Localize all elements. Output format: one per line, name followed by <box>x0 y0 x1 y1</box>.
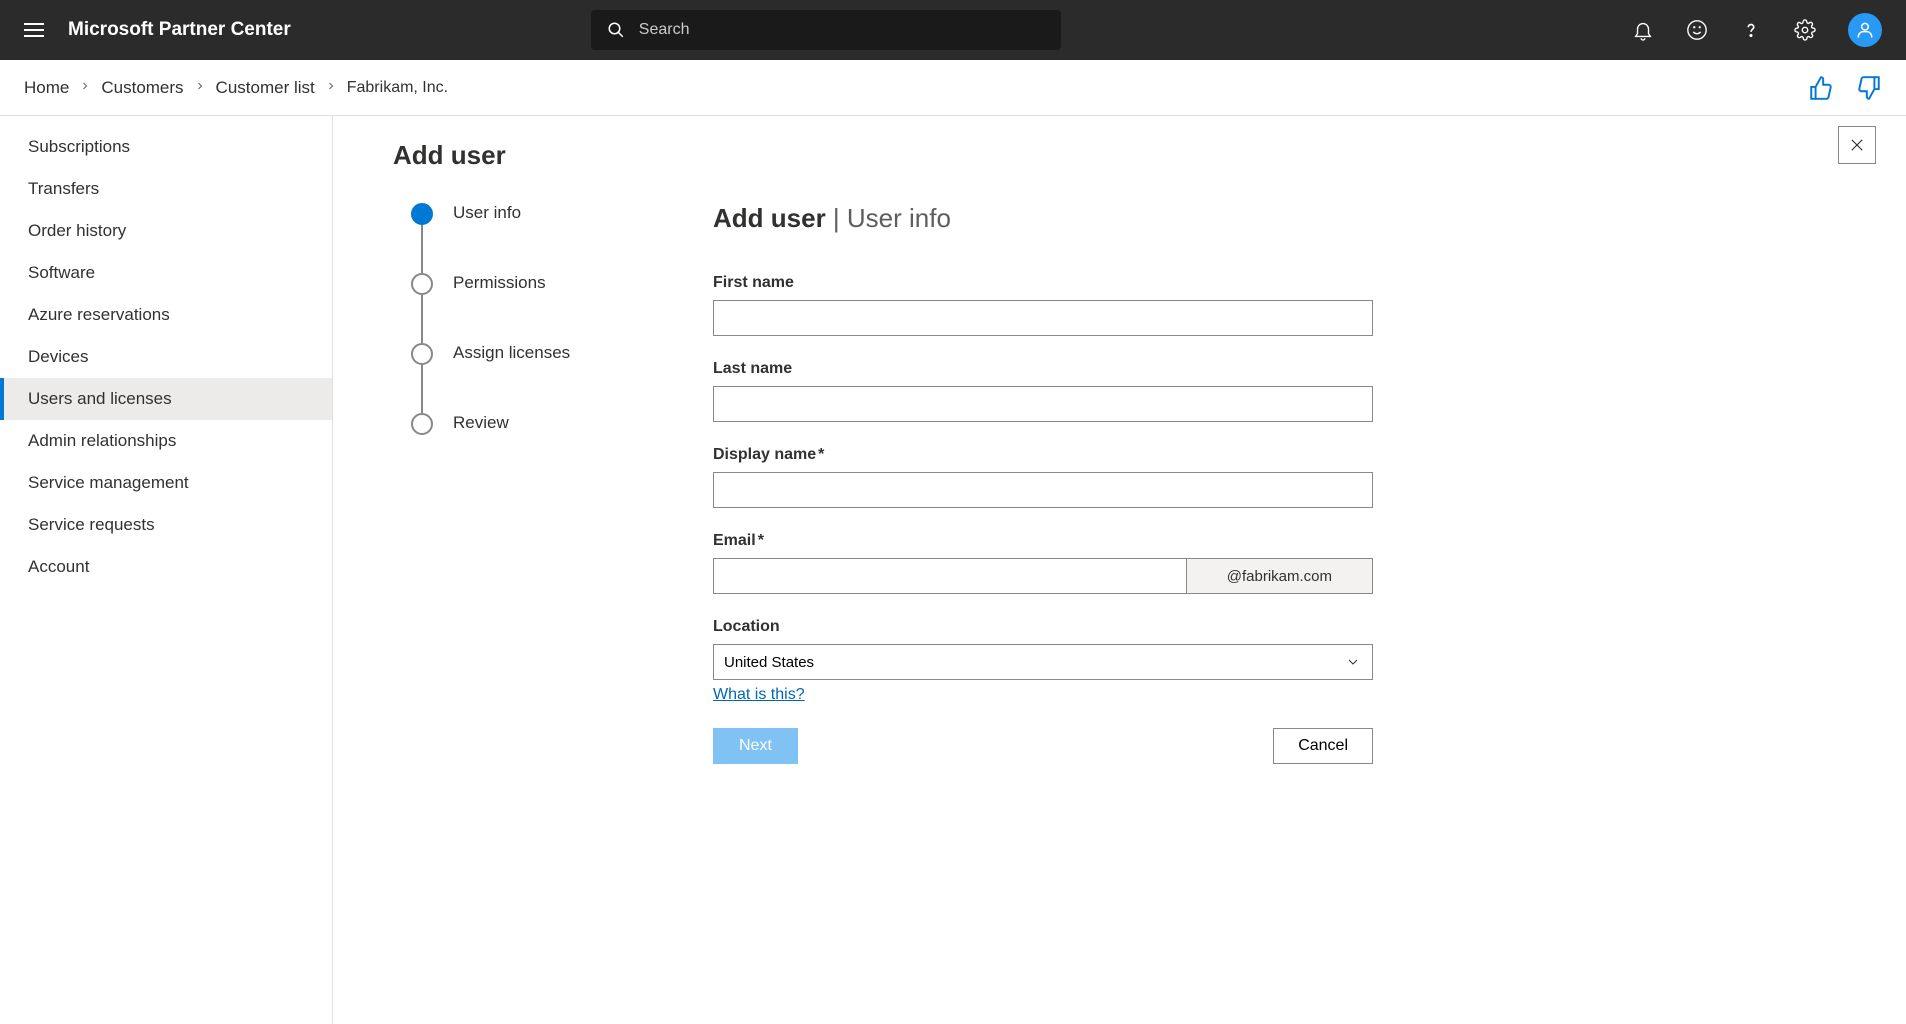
step-circle-icon <box>411 413 433 435</box>
email-domain-suffix: @fabrikam.com <box>1187 558 1373 594</box>
first-name-input[interactable] <box>713 300 1373 336</box>
form-title-sep: | <box>826 203 847 233</box>
sidebar-item-account[interactable]: Account <box>0 546 332 588</box>
cancel-button[interactable]: Cancel <box>1273 728 1373 764</box>
last-name-input[interactable] <box>713 386 1373 422</box>
step-circle-icon <box>411 203 433 225</box>
sidebar-item-subscriptions[interactable]: Subscriptions <box>0 126 332 168</box>
first-name-label: First name <box>713 274 1373 292</box>
step-label: Review <box>453 413 509 433</box>
step-connector <box>421 225 423 273</box>
location-value[interactable] <box>713 644 1373 680</box>
step-assign-licenses[interactable]: Assign licenses <box>411 343 673 365</box>
step-label: Assign licenses <box>453 343 570 363</box>
question-icon <box>1740 19 1762 41</box>
step-circle-icon <box>411 273 433 295</box>
search-icon <box>607 21 625 39</box>
location-label: Location <box>713 618 1373 636</box>
smile-icon <box>1686 19 1708 41</box>
display-name-input[interactable] <box>713 472 1373 508</box>
avatar-icon <box>1855 20 1875 40</box>
breadcrumb-home[interactable]: Home <box>24 78 69 98</box>
breadcrumb-bar: Home Customers Customer list Fabrikam, I… <box>0 60 1906 116</box>
field-first-name: First name <box>713 274 1373 336</box>
button-row: Next Cancel <box>713 728 1373 764</box>
sidebar-item-azure-reservations[interactable]: Azure reservations <box>0 294 332 336</box>
feedback-smile-button[interactable] <box>1686 19 1708 41</box>
sidebar-item-users-licenses[interactable]: Users and licenses <box>0 378 332 420</box>
main-layout: Subscriptions Transfers Order history So… <box>0 116 1906 1024</box>
breadcrumb-customer-list[interactable]: Customer list <box>216 78 315 98</box>
step-connector <box>421 295 423 343</box>
notifications-button[interactable] <box>1632 19 1654 41</box>
help-button[interactable] <box>1740 19 1762 41</box>
feedback-controls <box>1808 75 1882 101</box>
sidebar-item-order-history[interactable]: Order history <box>0 210 332 252</box>
page-title: Add user <box>393 140 1846 171</box>
field-email: Email* @fabrikam.com <box>713 532 1373 594</box>
step-label: Permissions <box>453 273 546 293</box>
step-review[interactable]: Review <box>411 413 673 435</box>
field-display-name: Display name* <box>713 446 1373 508</box>
sidebar-item-service-management[interactable]: Service management <box>0 462 332 504</box>
close-button[interactable] <box>1838 126 1876 164</box>
topbar-icons <box>1632 13 1882 47</box>
sidebar-item-admin-relationships[interactable]: Admin relationships <box>0 420 332 462</box>
close-icon <box>1848 136 1866 154</box>
content-area: Add user User info Permissions Assign li… <box>333 116 1906 1024</box>
step-connector <box>421 365 423 413</box>
form-title-sub: User info <box>847 203 951 233</box>
chevron-right-icon <box>194 79 206 97</box>
user-avatar[interactable] <box>1848 13 1882 47</box>
sidebar: Subscriptions Transfers Order history So… <box>0 116 333 1024</box>
form-title: Add user | User info <box>713 203 1373 234</box>
breadcrumb-customers[interactable]: Customers <box>101 78 183 98</box>
display-name-label: Display name* <box>713 446 1373 464</box>
settings-button[interactable] <box>1794 19 1816 41</box>
search-box[interactable] <box>591 10 1061 50</box>
sidebar-item-service-requests[interactable]: Service requests <box>0 504 332 546</box>
search-input[interactable] <box>639 21 1045 39</box>
sidebar-item-transfers[interactable]: Transfers <box>0 168 332 210</box>
sidebar-item-software[interactable]: Software <box>0 252 332 294</box>
hamburger-menu-button[interactable] <box>24 23 44 37</box>
form-area: Add user | User info First name Last nam… <box>713 203 1373 764</box>
thumbs-down-icon[interactable] <box>1856 75 1882 101</box>
breadcrumb-current: Fabrikam, Inc. <box>347 79 448 97</box>
email-label: Email* <box>713 532 1373 550</box>
thumbs-up-icon[interactable] <box>1808 75 1834 101</box>
form-title-main: Add user <box>713 203 826 233</box>
next-button[interactable]: Next <box>713 728 798 764</box>
wizard-stepper: User info Permissions Assign licenses Re… <box>393 203 673 764</box>
top-bar: Microsoft Partner Center <box>0 0 1906 60</box>
step-label: User info <box>453 203 521 223</box>
step-circle-icon <box>411 343 433 365</box>
step-user-info[interactable]: User info <box>411 203 673 225</box>
last-name-label: Last name <box>713 360 1373 378</box>
field-last-name: Last name <box>713 360 1373 422</box>
field-location: Location What is this? <box>713 618 1373 704</box>
app-title: Microsoft Partner Center <box>68 19 291 41</box>
location-select[interactable] <box>713 644 1373 680</box>
email-input[interactable] <box>713 558 1187 594</box>
what-is-this-link[interactable]: What is this? <box>713 686 805 704</box>
chevron-right-icon <box>325 79 337 97</box>
gear-icon <box>1794 19 1816 41</box>
bell-icon <box>1632 19 1654 41</box>
chevron-right-icon <box>79 79 91 97</box>
sidebar-item-devices[interactable]: Devices <box>0 336 332 378</box>
step-permissions[interactable]: Permissions <box>411 273 673 295</box>
